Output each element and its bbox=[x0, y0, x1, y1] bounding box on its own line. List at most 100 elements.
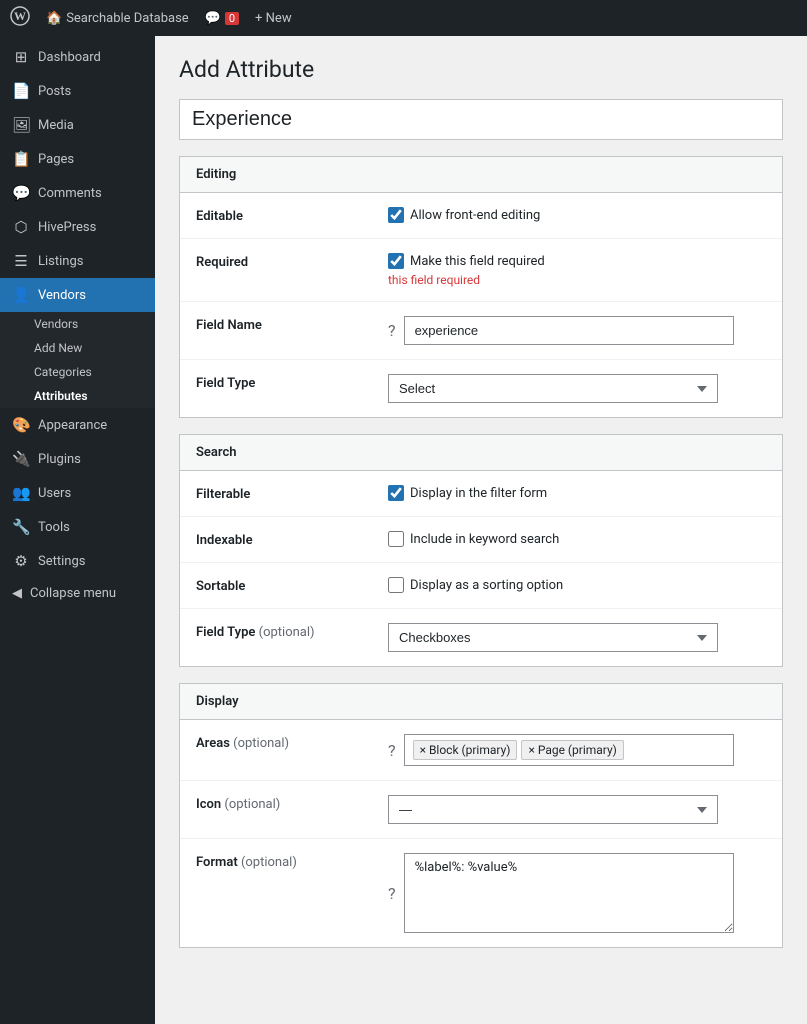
field-name-row: Field Name ? bbox=[180, 302, 782, 360]
editing-section-body: Editable Allow front-end editing Require… bbox=[180, 193, 782, 417]
sortable-checkbox-label[interactable]: Display as a sorting option bbox=[388, 577, 563, 593]
icon-select[interactable]: — bbox=[388, 795, 718, 824]
filterable-field-row: Filterable Display in the filter form bbox=[180, 471, 782, 517]
filterable-checkbox[interactable] bbox=[388, 485, 404, 501]
sidebar-label-appearance: Appearance bbox=[38, 418, 107, 433]
sidebar-item-posts[interactable]: 📄 Posts bbox=[0, 74, 155, 108]
sidebar-label-pages: Pages bbox=[38, 152, 74, 167]
sidebar-item-media[interactable]: 🖼 Media bbox=[0, 108, 155, 142]
field-type-row: Field Type Select Text Number Checkboxes bbox=[180, 360, 782, 417]
vendors-icon: 👤 bbox=[12, 286, 30, 304]
search-field-type-select[interactable]: Checkboxes Select Text bbox=[388, 623, 718, 652]
field-type-select[interactable]: Select Text Number Checkboxes bbox=[388, 374, 718, 403]
indexable-checkbox-text: Include in keyword search bbox=[410, 532, 559, 547]
sidebar-item-pages[interactable]: 📋 Pages bbox=[0, 142, 155, 176]
vendors-submenu: Vendors Add New Categories Attributes bbox=[0, 312, 155, 408]
areas-field-row: Areas (optional) ? × Block (primary) × P… bbox=[180, 720, 782, 781]
areas-tags-input[interactable]: × Block (primary) × Page (primary) bbox=[404, 734, 734, 766]
format-textarea[interactable]: %label%: %value% bbox=[404, 853, 734, 933]
field-name-help-icon[interactable]: ? bbox=[388, 321, 396, 340]
sidebar-item-plugins[interactable]: 🔌 Plugins bbox=[0, 442, 155, 476]
icon-select-wrapper: — bbox=[388, 795, 718, 824]
appearance-icon: 🎨 bbox=[12, 416, 30, 434]
sidebar-item-appearance[interactable]: 🎨 Appearance bbox=[0, 408, 155, 442]
indexable-label: Indexable bbox=[196, 531, 376, 548]
sidebar-item-settings[interactable]: ⚙ Settings bbox=[0, 544, 155, 578]
indexable-checkbox[interactable] bbox=[388, 531, 404, 547]
sidebar-item-hivepress[interactable]: ⬡ HivePress bbox=[0, 210, 155, 244]
tag-page-primary-label: × Page (primary) bbox=[528, 743, 616, 757]
sidebar-item-listings[interactable]: ☰ Listings bbox=[0, 244, 155, 278]
indexable-checkbox-label[interactable]: Include in keyword search bbox=[388, 531, 559, 547]
editing-section: Editing Editable Allow front-end editing… bbox=[179, 156, 783, 418]
areas-help-icon[interactable]: ? bbox=[388, 741, 396, 760]
tag-page-primary[interactable]: × Page (primary) bbox=[521, 740, 623, 760]
sidebar-label-vendors: Vendors bbox=[38, 288, 86, 303]
submenu-item-vendors[interactable]: Vendors bbox=[0, 312, 155, 336]
sidebar-label-comments: Comments bbox=[38, 186, 102, 201]
filterable-checkbox-label[interactable]: Display in the filter form bbox=[388, 485, 547, 501]
settings-icon: ⚙ bbox=[12, 552, 30, 570]
tools-icon: 🔧 bbox=[12, 518, 30, 536]
required-checkbox[interactable] bbox=[388, 253, 404, 269]
format-control: ? %label%: %value% bbox=[388, 853, 766, 933]
sidebar-label-dashboard: Dashboard bbox=[38, 50, 101, 65]
comments-icon: 💬 bbox=[12, 184, 30, 202]
sidebar-item-tools[interactable]: 🔧 Tools bbox=[0, 510, 155, 544]
filterable-checkbox-text: Display in the filter form bbox=[410, 486, 547, 501]
required-control: Make this field required this field requ… bbox=[388, 253, 766, 287]
site-name[interactable]: 🏠 Searchable Database bbox=[46, 11, 189, 26]
collapse-icon: ◀ bbox=[12, 586, 22, 601]
media-icon: 🖼 bbox=[12, 116, 30, 134]
listings-icon: ☰ bbox=[12, 252, 30, 270]
field-name-label: Field Name bbox=[196, 316, 376, 333]
search-field-type-select-wrapper: Checkboxes Select Text bbox=[388, 623, 718, 652]
comments-count: 0 bbox=[225, 12, 239, 25]
sidebar-label-media: Media bbox=[38, 118, 74, 133]
tag-block-primary-label: × Block (primary) bbox=[420, 743, 511, 757]
submenu-item-categories[interactable]: Categories bbox=[0, 360, 155, 384]
admin-menu: ⊞ Dashboard 📄 Posts 🖼 Media 📋 Pages 💬 Co… bbox=[0, 36, 155, 1024]
users-icon: 👥 bbox=[12, 484, 30, 502]
sidebar-item-dashboard[interactable]: ⊞ Dashboard bbox=[0, 40, 155, 74]
search-field-type-label: Field Type (optional) bbox=[196, 623, 376, 640]
editable-field-row: Editable Allow front-end editing bbox=[180, 193, 782, 239]
tag-block-primary[interactable]: × Block (primary) bbox=[413, 740, 518, 760]
icon-control: — bbox=[388, 795, 766, 824]
sidebar-item-comments[interactable]: 💬 Comments bbox=[0, 176, 155, 210]
plugins-icon: 🔌 bbox=[12, 450, 30, 468]
admin-bar: W 🏠 Searchable Database 💬 0 + New bbox=[0, 0, 807, 36]
sidebar-item-users[interactable]: 👥 Users bbox=[0, 476, 155, 510]
areas-label: Areas (optional) bbox=[196, 734, 376, 751]
collapse-menu-button[interactable]: ◀ Collapse menu bbox=[0, 578, 155, 609]
sidebar-label-users: Users bbox=[38, 486, 71, 501]
new-bar-item[interactable]: + New bbox=[255, 11, 292, 26]
sidebar-item-vendors[interactable]: 👤 Vendors bbox=[0, 278, 155, 312]
sortable-label: Sortable bbox=[196, 577, 376, 594]
display-section-body: Areas (optional) ? × Block (primary) × P… bbox=[180, 720, 782, 947]
search-section-body: Filterable Display in the filter form In… bbox=[180, 471, 782, 666]
page-title: Add Attribute bbox=[179, 56, 783, 83]
dashboard-icon: ⊞ bbox=[12, 48, 30, 66]
attribute-name-input[interactable] bbox=[179, 99, 783, 140]
icon-field-label: Icon (optional) bbox=[196, 795, 376, 812]
editable-checkbox-text: Allow front-end editing bbox=[410, 208, 540, 223]
sortable-checkbox-text: Display as a sorting option bbox=[410, 578, 563, 593]
submenu-item-add-new[interactable]: Add New bbox=[0, 336, 155, 360]
required-checkbox-text: Make this field required bbox=[410, 254, 545, 269]
sortable-field-row: Sortable Display as a sorting option bbox=[180, 563, 782, 609]
field-type-label: Field Type bbox=[196, 374, 376, 391]
submenu-item-attributes[interactable]: Attributes bbox=[0, 384, 155, 408]
editable-checkbox-label[interactable]: Allow front-end editing bbox=[388, 207, 540, 223]
required-checkbox-label[interactable]: Make this field required bbox=[388, 253, 545, 269]
editable-label: Editable bbox=[196, 207, 376, 224]
format-help-icon[interactable]: ? bbox=[388, 884, 396, 903]
sidebar-label-hivepress: HivePress bbox=[38, 220, 96, 235]
editable-checkbox[interactable] bbox=[388, 207, 404, 223]
format-label: Format (optional) bbox=[196, 853, 376, 870]
field-name-input[interactable] bbox=[404, 316, 734, 345]
wp-logo-icon[interactable]: W bbox=[10, 6, 30, 31]
sortable-checkbox[interactable] bbox=[388, 577, 404, 593]
indexable-control: Include in keyword search bbox=[388, 531, 766, 547]
comments-bar-item[interactable]: 💬 0 bbox=[205, 11, 239, 26]
